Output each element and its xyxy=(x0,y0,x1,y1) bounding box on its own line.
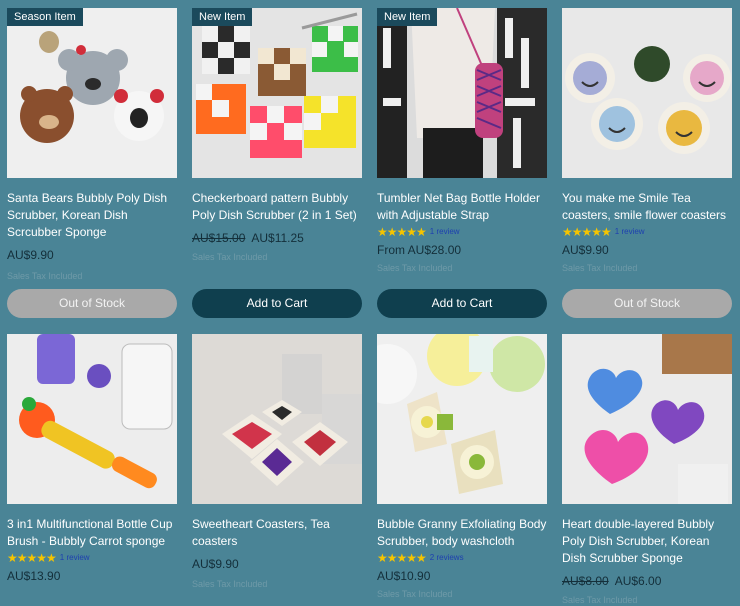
price-value: From AU$28.00 xyxy=(377,243,462,257)
product-image[interactable] xyxy=(377,334,547,504)
sale-price: AU$6.00 xyxy=(614,574,662,588)
product-rating[interactable]: ★★★★★ 1 review xyxy=(562,224,732,240)
product-price: AU$8.00 AU$6.00 xyxy=(562,572,732,590)
product-title[interactable]: Santa Bears Bubbly Poly Dish Scrubber, K… xyxy=(7,190,177,241)
add-to-cart-button[interactable]: Add to Cart xyxy=(377,289,547,318)
product-title[interactable]: 3 in1 Multifunctional Bottle Cup Brush -… xyxy=(7,516,177,550)
review-count-link[interactable]: 1 review xyxy=(60,551,90,565)
review-count-link[interactable]: 1 review xyxy=(615,225,645,239)
product-card[interactable]: New Item Checkerboard pattern Bubbly Pol… xyxy=(192,8,362,263)
season-item-badge: Season Item xyxy=(7,8,83,26)
rating-stars: ★★★★★ xyxy=(7,551,57,565)
product-image[interactable] xyxy=(7,334,177,504)
sales-tax-note: Sales Tax Included xyxy=(562,263,638,273)
product-rating[interactable]: ★★★★★ 1 review xyxy=(377,224,547,240)
product-price: AU$10.90 xyxy=(377,567,547,585)
product-image[interactable] xyxy=(562,8,732,178)
product-price: From AU$28.00 xyxy=(377,241,547,259)
sales-tax-note: Sales Tax Included xyxy=(377,589,453,599)
product-price: AU$15.00 AU$11.25 xyxy=(192,229,362,247)
sales-tax-note: Sales Tax Included xyxy=(192,579,268,589)
product-card[interactable]: 3 in1 Multifunctional Bottle Cup Brush -… xyxy=(7,334,177,585)
product-card[interactable]: Bubble Granny Exfoliating Body Scrubber,… xyxy=(377,334,547,600)
product-card[interactable]: Season Item Santa Bears Bubbly Poly Dish… xyxy=(7,8,177,282)
rating-stars: ★★★★★ xyxy=(377,551,427,565)
product-price: AU$9.90 xyxy=(562,241,732,259)
rating-stars: ★★★★★ xyxy=(562,225,612,239)
product-image[interactable] xyxy=(562,334,732,504)
product-title[interactable]: You make me Smile Tea coasters, smile fl… xyxy=(562,190,732,224)
product-title[interactable]: Checkerboard pattern Bubbly Poly Dish Sc… xyxy=(192,190,362,224)
review-count-link[interactable]: 2 reviews xyxy=(430,551,464,565)
new-item-badge: New Item xyxy=(377,8,438,26)
sale-price: AU$11.25 xyxy=(251,231,304,245)
price-value: AU$9.90 xyxy=(562,243,609,257)
product-card[interactable]: You make me Smile Tea coasters, smile fl… xyxy=(562,8,732,274)
product-image[interactable] xyxy=(192,334,362,504)
price-value: AU$9.90 xyxy=(7,248,54,262)
product-image[interactable]: Season Item xyxy=(7,8,177,178)
product-price: AU$13.90 xyxy=(7,567,177,585)
product-title[interactable]: Bubble Granny Exfoliating Body Scrubber,… xyxy=(377,516,547,550)
product-title[interactable]: Tumbler Net Bag Bottle Holder with Adjus… xyxy=(377,190,547,224)
product-card[interactable]: Sweetheart Coasters, Tea coasters AU$9.9… xyxy=(192,334,362,590)
price-value: AU$13.90 xyxy=(7,569,61,583)
original-price: AU$15.00 xyxy=(192,231,246,245)
product-title[interactable]: Sweetheart Coasters, Tea coasters xyxy=(192,516,362,550)
price-value: AU$10.90 xyxy=(377,569,431,583)
price-value: AU$9.90 xyxy=(192,557,239,571)
product-price: AU$9.90 xyxy=(7,246,177,264)
out-of-stock-button[interactable]: Out of Stock xyxy=(7,289,177,318)
out-of-stock-button[interactable]: Out of Stock xyxy=(562,289,732,318)
sales-tax-note: Sales Tax Included xyxy=(562,595,638,605)
new-item-badge: New Item xyxy=(192,8,253,26)
product-image[interactable]: New Item xyxy=(192,8,362,178)
product-rating[interactable]: ★★★★★ 1 review xyxy=(7,550,177,566)
rating-stars: ★★★★★ xyxy=(377,225,427,239)
product-grid: Season Item Santa Bears Bubbly Poly Dish… xyxy=(0,0,740,605)
product-card[interactable]: Heart double-layered Bubbly Poly Dish Sc… xyxy=(562,334,732,606)
sales-tax-note: Sales Tax Included xyxy=(377,263,453,273)
original-price: AU$8.00 xyxy=(562,574,609,588)
product-title[interactable]: Heart double-layered Bubbly Poly Dish Sc… xyxy=(562,516,732,567)
product-image[interactable]: New Item xyxy=(377,8,547,178)
add-to-cart-button[interactable]: Add to Cart xyxy=(192,289,362,318)
review-count-link[interactable]: 1 review xyxy=(430,225,460,239)
product-rating[interactable]: ★★★★★ 2 reviews xyxy=(377,550,547,566)
sales-tax-note: Sales Tax Included xyxy=(192,252,268,262)
product-price: AU$9.90 xyxy=(192,555,362,573)
product-card[interactable]: New Item Tumbler Net Bag Bottle Holder w… xyxy=(377,8,547,274)
sales-tax-note: Sales Tax Included xyxy=(7,271,83,281)
